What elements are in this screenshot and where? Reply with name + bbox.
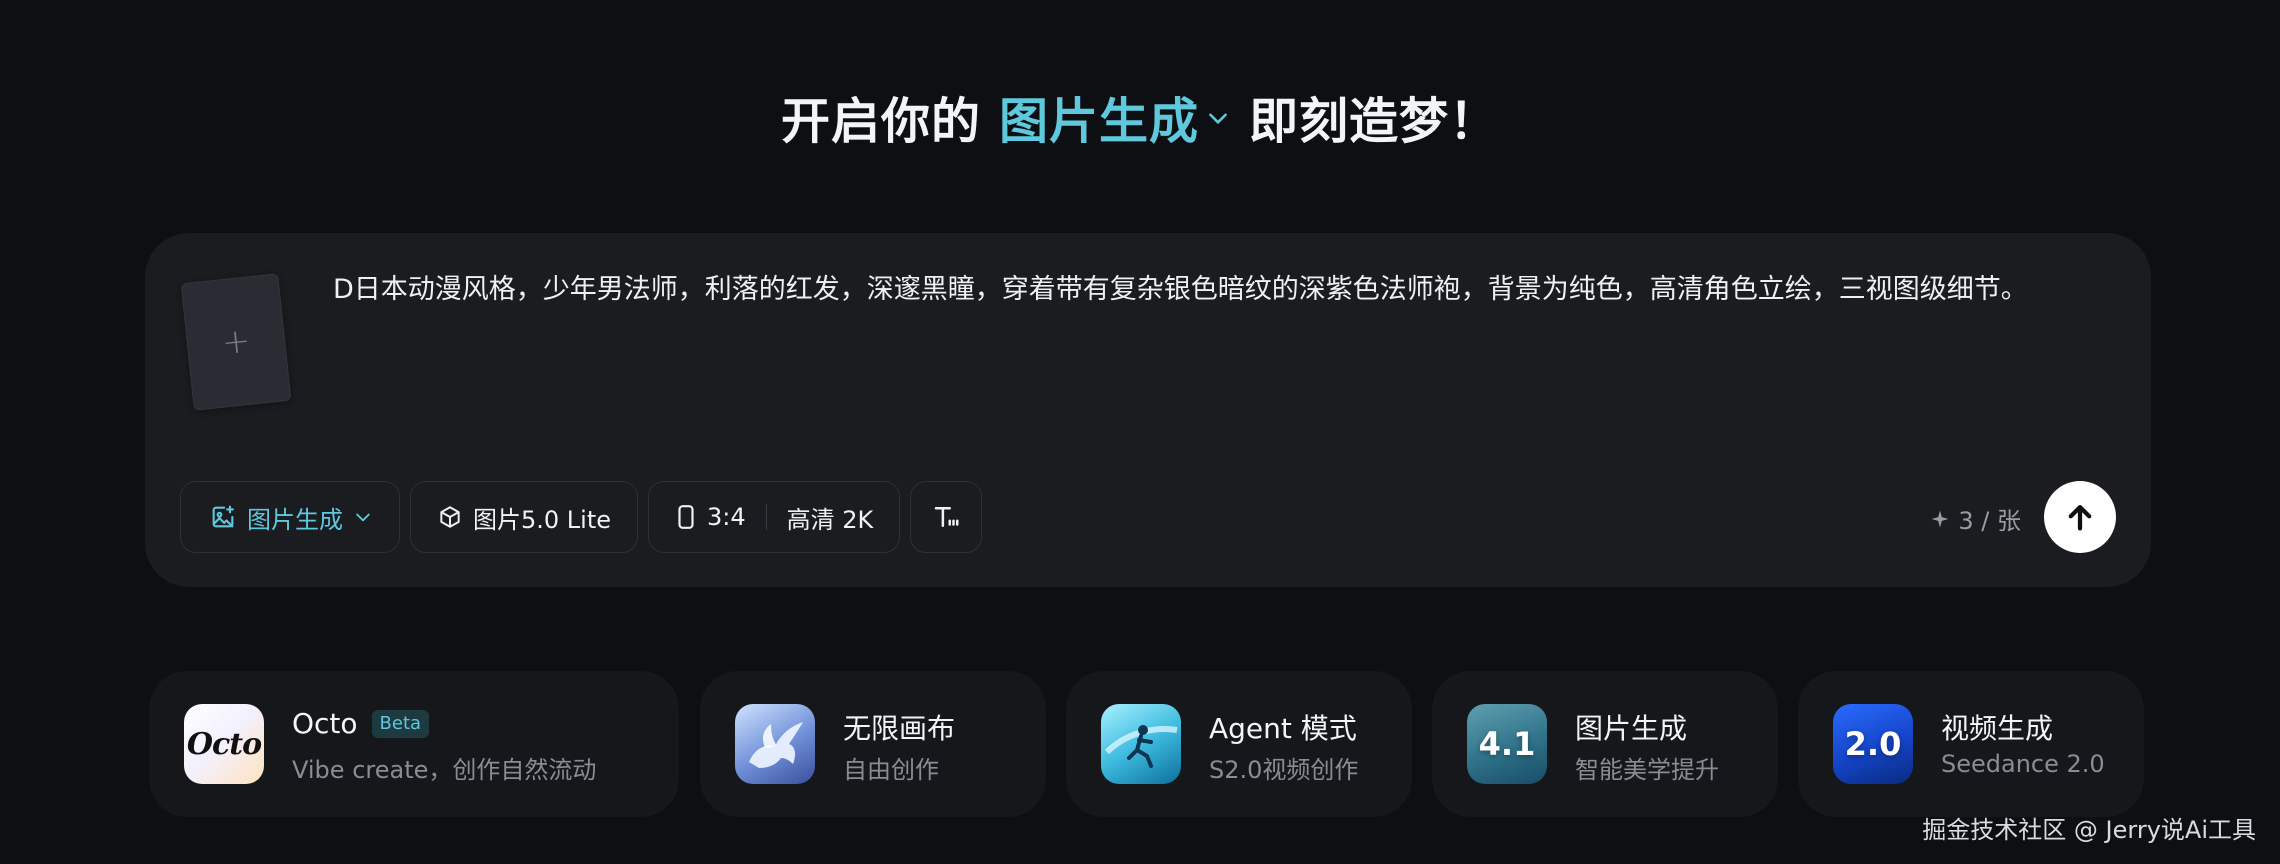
prompt-input[interactable]: D日本动漫风格，少年男法师，利落的红发，深邃黑瞳，穿着带有复杂银色暗纹的深紫色法…	[333, 270, 2123, 310]
agent-mode-thumbnail	[1101, 704, 1181, 784]
divider	[765, 504, 767, 530]
beta-badge: Beta	[371, 709, 430, 738]
octo-logo: Octo	[184, 704, 264, 784]
feature-subtitle: Vibe create，创作自然流动	[292, 756, 597, 784]
mode-select-label: 图片生成	[247, 505, 343, 534]
prompt-card: + D日本动漫风格，少年男法师，利落的红发，深邃黑瞳，穿着带有复杂银色暗纹的深紫…	[145, 233, 2151, 587]
feature-title: 无限画布	[843, 712, 956, 745]
feature-subtitle: Seedance 2.0	[1941, 750, 2105, 778]
aspect-ratio-label: 3:4	[707, 503, 746, 531]
headline-suffix: 即刻造梦！	[1249, 93, 1500, 150]
arrow-up-icon	[2068, 504, 2092, 531]
octo-logo-text: Octo	[186, 726, 262, 762]
feature-subtitle: 智能美学提升	[1575, 756, 1719, 784]
page: 开启你的 图片生成 即刻造梦！ + D日本动漫风格，少年男法师，利落的红发，深邃…	[0, 0, 2280, 864]
prompt-toolbar: 图片生成 图片5.0 Lite 3:4 高清 2K	[180, 481, 983, 553]
model-select-button[interactable]: 图片5.0 Lite	[410, 481, 639, 553]
feature-subtitle: S2.0视频创作	[1209, 756, 1359, 784]
pegasus-icon	[749, 722, 803, 768]
feature-card-octo[interactable]: Octo Octo Beta Vibe create，创作自然流动	[149, 671, 679, 817]
feature-title: Octo Beta	[292, 707, 430, 740]
cube-icon	[440, 506, 460, 528]
chevron-down-icon	[356, 513, 370, 522]
feature-card-agent-mode[interactable]: Agent 模式 S2.0视频创作	[1066, 671, 1412, 817]
runner-icon	[1104, 725, 1178, 768]
text-style-button[interactable]	[910, 481, 983, 553]
plus-icon: +	[219, 320, 253, 364]
feature-subtitle: 自由创作	[843, 756, 939, 784]
watermark: 掘金技术社区 @ Jerry说Ai工具	[1922, 816, 2256, 844]
feature-title: 视频生成	[1941, 712, 2054, 745]
send-button[interactable]	[2044, 481, 2116, 553]
mode-select-button[interactable]: 图片生成	[180, 481, 400, 553]
chevron-down-icon	[1209, 112, 1227, 124]
headline-mode-label: 图片生成	[998, 93, 1199, 150]
reference-image-upload[interactable]: +	[180, 273, 292, 411]
text-format-icon	[935, 507, 959, 527]
sparkle-icon	[1932, 510, 1949, 527]
image-sparkle-icon	[212, 505, 234, 528]
image-generation-thumbnail: 4.1	[1467, 704, 1547, 784]
feature-title: 图片生成	[1575, 712, 1688, 745]
feature-card-video-generation[interactable]: 2.0 视频生成 Seedance 2.0	[1798, 671, 2144, 817]
model-select-label: 图片5.0 Lite	[473, 505, 612, 534]
image-model-version: 4.1	[1478, 725, 1536, 763]
portrait-frame-icon	[678, 505, 694, 529]
quality-label: 高清 2K	[786, 505, 874, 534]
credit-cost: 3 / 张	[1930, 501, 2021, 536]
video-generation-thumbnail: 2.0	[1833, 704, 1913, 784]
headline-prefix: 开启你的	[780, 93, 981, 150]
ratio-quality-button[interactable]: 3:4 高清 2K	[648, 481, 901, 553]
feature-title: Agent 模式	[1209, 712, 1357, 745]
feature-title-text: Octo	[292, 707, 358, 740]
feature-card-infinite-canvas[interactable]: 无限画布 自由创作	[700, 671, 1046, 817]
headline: 开启你的 图片生成 即刻造梦！	[0, 82, 2280, 153]
credit-cost-label: 3 / 张	[1958, 507, 2021, 535]
video-model-version: 2.0	[1844, 725, 1902, 763]
infinite-canvas-thumbnail	[735, 704, 815, 784]
headline-mode-dropdown[interactable]: 图片生成	[999, 82, 1231, 153]
feature-card-image-generation[interactable]: 4.1 图片生成 智能美学提升	[1432, 671, 1778, 817]
